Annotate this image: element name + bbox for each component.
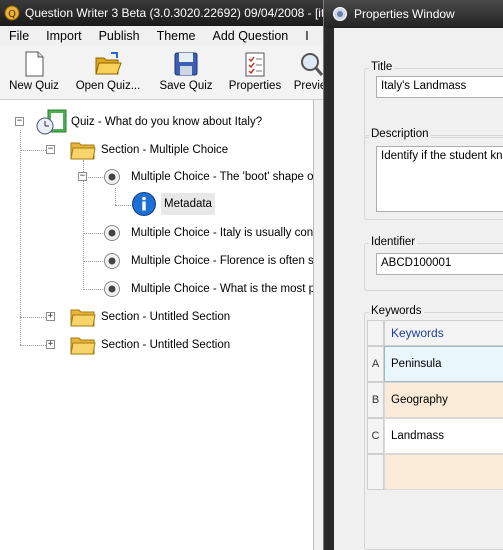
menu-publish[interactable]: Publish — [90, 29, 148, 43]
tree-node-section-label: Section - Untitled Section — [101, 311, 231, 323]
properties-window-titlebar[interactable]: Properties Window — [324, 0, 503, 28]
tree-node-question-label: Multiple Choice - What is the most po — [131, 283, 313, 295]
tree-node-section-label: Section - Multiple Choice — [101, 144, 229, 156]
properties-checklist-icon — [245, 52, 265, 77]
tree-connector — [20, 130, 21, 345]
radio-button-icon — [104, 169, 120, 185]
keywords-row-header[interactable]: A — [367, 346, 384, 382]
keyword-new-row-cell[interactable] — [384, 454, 503, 490]
tree-connector — [83, 289, 103, 290]
folder-icon — [70, 309, 96, 327]
tree-connector — [83, 233, 103, 234]
save-quiz-button[interactable]: Save Quiz — [156, 50, 216, 98]
keywords-grid-corner — [367, 320, 384, 346]
keyword-cell[interactable]: Peninsula — [384, 346, 503, 382]
properties-window-title: Properties Window — [354, 7, 455, 21]
tree-node-question[interactable]: Multiple Choice - Florence is often sa — [103, 248, 313, 274]
open-quiz-button[interactable]: Open Quiz... — [73, 50, 143, 98]
keyword-cell[interactable]: Landmass — [384, 418, 503, 454]
properties-window-border — [324, 28, 334, 550]
tree-node-quiz[interactable]: Quiz - What do you know about Italy? — [36, 109, 262, 135]
collapse-quiz-expander[interactable]: − — [15, 117, 24, 126]
radio-button-icon — [104, 225, 120, 241]
tree-node-question[interactable]: Multiple Choice - Italy is usually cons — [103, 220, 313, 246]
tree-node-metadata-label: Metadata — [161, 193, 215, 215]
quiz-clock-book-icon — [36, 109, 67, 135]
menu-import[interactable]: Import — [37, 29, 89, 43]
folder-icon — [70, 337, 96, 355]
floppy-disk-icon — [174, 52, 198, 76]
save-quiz-label: Save Quiz — [159, 80, 213, 92]
main-window-titlebar[interactable]: Q Question Writer 3 Beta (3.0.3020.22692… — [0, 0, 330, 26]
properties-panel: Title Italy's Landmass Description Ident… — [334, 28, 503, 550]
menu-add-question[interactable]: Add Question — [204, 29, 297, 43]
keywords-new-row-header[interactable] — [367, 454, 384, 490]
main-window-title: Question Writer 3 Beta (3.0.3020.22692) … — [25, 6, 330, 20]
app-icon: Q — [4, 5, 20, 21]
identifier-field[interactable]: ABCD100001 — [376, 253, 503, 275]
keywords-group-legend: Keywords — [369, 305, 424, 317]
new-document-icon — [25, 51, 44, 77]
toolbar: New Quiz Open Quiz... Save Quiz Properti… — [0, 46, 330, 100]
tree-node-section-label: Section - Untitled Section — [101, 339, 231, 351]
new-quiz-label: New Quiz — [9, 80, 59, 92]
preview-magnifier-icon — [301, 53, 324, 76]
radio-button-icon — [104, 253, 120, 269]
open-folder-icon — [95, 52, 122, 75]
folder-icon — [70, 142, 96, 160]
radio-button-icon — [104, 281, 120, 297]
tree-node-question-label: Multiple Choice - Italy is usually cons — [131, 227, 313, 239]
collapse-section-expander[interactable]: − — [46, 145, 55, 154]
tree-node-section[interactable]: Section - Multiple Choice — [70, 137, 228, 163]
tree-connector — [83, 261, 103, 262]
tree-node-metadata[interactable]: Metadata — [131, 191, 215, 217]
properties-button[interactable]: Properties — [226, 50, 284, 98]
tree-connector — [115, 205, 131, 206]
tree-node-section[interactable]: Section - Untitled Section — [70, 304, 230, 330]
keywords-row-header[interactable]: B — [367, 382, 384, 418]
menu-truncated[interactable]: I — [296, 29, 316, 43]
tree-node-question[interactable]: Multiple Choice - What is the most po — [103, 276, 313, 302]
title-field[interactable]: Italy's Landmass — [376, 76, 503, 98]
tree-connector — [115, 188, 116, 205]
tree-node-section[interactable]: Section - Untitled Section — [70, 332, 230, 358]
quiz-tree-view[interactable]: − Quiz - What do you know about Italy? −… — [0, 100, 313, 550]
menubar: File Import Publish Theme Add Question I — [0, 26, 330, 46]
expand-section-expander[interactable]: + — [46, 340, 55, 349]
description-group-legend: Description — [369, 128, 431, 140]
properties-label: Properties — [228, 80, 282, 92]
properties-window: Properties Window Title Italy's Landmass… — [323, 0, 503, 550]
tree-node-question-label: Multiple Choice - Florence is often sa — [131, 255, 313, 267]
menu-file[interactable]: File — [0, 29, 37, 43]
open-quiz-label: Open Quiz... — [75, 80, 141, 92]
keyword-cell[interactable]: Geography — [384, 382, 503, 418]
identifier-group-legend: Identifier — [369, 236, 418, 248]
menu-theme[interactable]: Theme — [148, 29, 204, 43]
collapse-question-expander[interactable]: − — [78, 172, 87, 181]
expand-section-expander[interactable]: + — [46, 312, 55, 321]
keywords-column-header[interactable]: Keywords — [384, 320, 503, 346]
svg-text:Q: Q — [8, 9, 16, 20]
keywords-row-header[interactable]: C — [367, 418, 384, 454]
info-icon — [132, 192, 156, 216]
title-group-legend: Title — [369, 61, 395, 73]
tree-node-question-label: Multiple Choice - The 'boot' shape of — [131, 171, 313, 183]
tree-node-quiz-label: Quiz - What do you know about Italy? — [71, 116, 263, 128]
properties-window-icon — [333, 7, 347, 21]
tree-node-question[interactable]: Multiple Choice - The 'boot' shape of — [103, 164, 313, 190]
description-field[interactable]: Identify if the student kno — [376, 146, 503, 212]
new-quiz-button[interactable]: New Quiz — [6, 50, 62, 98]
